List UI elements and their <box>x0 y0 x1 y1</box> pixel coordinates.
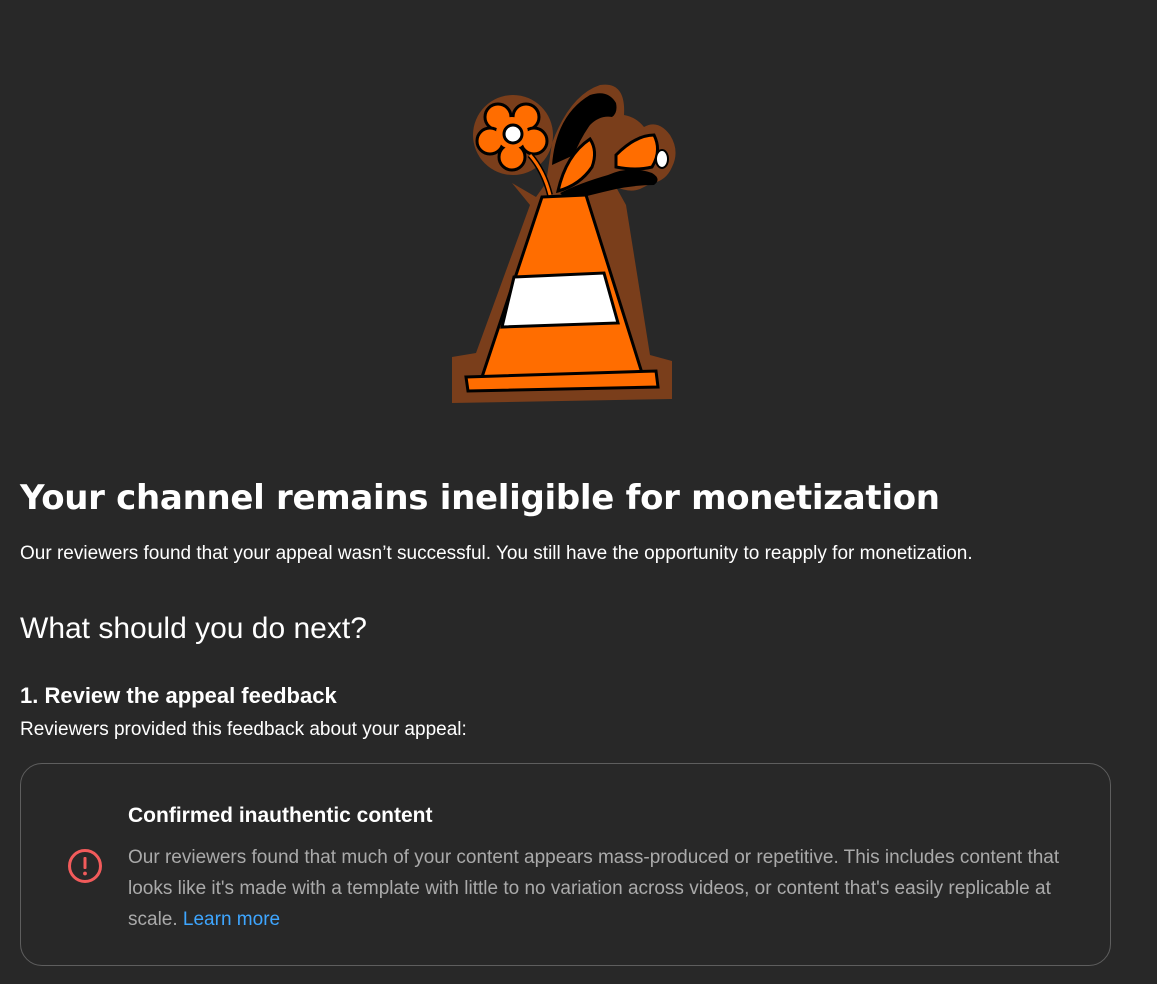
learn-more-link[interactable]: Learn more <box>183 909 280 930</box>
feedback-title: Confirmed inauthentic content <box>128 804 433 827</box>
page-subtitle: Our reviewers found that your appeal was… <box>20 543 973 564</box>
step-1-description: Reviewers provided this feedback about y… <box>20 719 467 740</box>
page-title: Your channel remains ineligible for mone… <box>20 478 940 518</box>
traffic-cone-illustration <box>452 84 676 403</box>
feedback-card: Confirmed inauthentic content Our review… <box>20 763 1111 966</box>
page: Your channel remains ineligible for mone… <box>0 0 1157 984</box>
feedback-body: Our reviewers found that much of your co… <box>128 842 1088 935</box>
next-steps-heading: What should you do next? <box>20 612 367 645</box>
step-1-heading: 1. Review the appeal feedback <box>20 683 337 708</box>
alert-circle-icon <box>68 849 102 883</box>
